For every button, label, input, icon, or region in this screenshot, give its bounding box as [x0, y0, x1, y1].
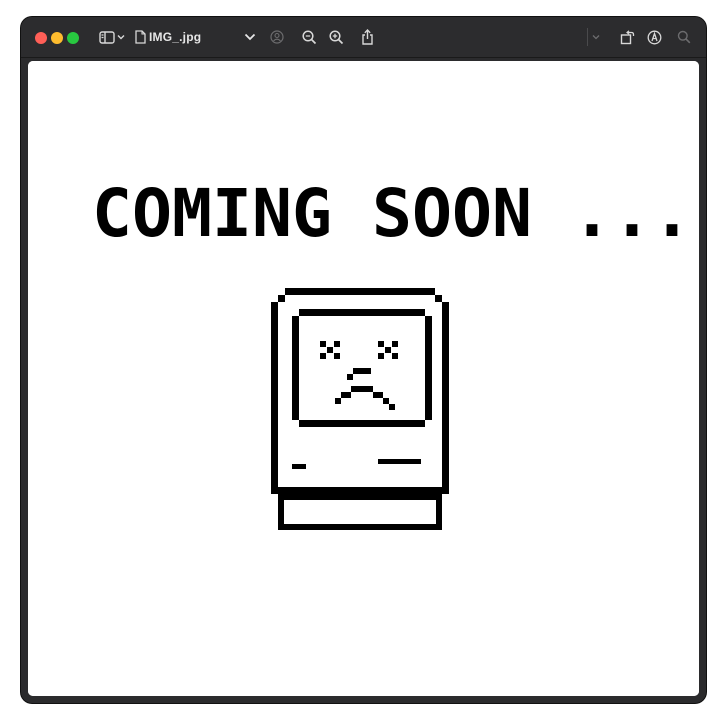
title-menu-chevron-icon[interactable] — [244, 28, 256, 46]
person-circle-icon — [270, 28, 284, 46]
zoom-out-icon[interactable] — [301, 28, 317, 46]
document-icon — [134, 28, 146, 46]
share-icon[interactable] — [360, 28, 374, 46]
markup-icon[interactable] — [646, 28, 662, 46]
preview-window: IMG_.jpg COMING SOON ... — [21, 17, 706, 703]
close-button[interactable] — [35, 32, 47, 44]
title-bar: IMG_.jpg — [21, 17, 706, 58]
coming-soon-headline: COMING SOON ... — [92, 175, 692, 252]
minimize-button[interactable] — [51, 32, 63, 44]
image-canvas: COMING SOON ... — [28, 61, 699, 696]
image-content: COMING SOON ... — [28, 61, 699, 696]
sidebar-toggle-icon[interactable] — [98, 28, 116, 46]
search-icon[interactable] — [677, 28, 691, 46]
coming-soon-image: COMING SOON ... — [28, 61, 699, 696]
zoom-button[interactable] — [67, 32, 79, 44]
rotate-icon[interactable] — [619, 28, 635, 46]
toolbar-separator — [587, 28, 588, 46]
document-title[interactable]: IMG_.jpg — [149, 29, 201, 45]
chevron-down-icon[interactable] — [117, 28, 125, 46]
toolbar-chevron-icon[interactable] — [592, 28, 600, 46]
zoom-in-icon[interactable] — [328, 28, 344, 46]
